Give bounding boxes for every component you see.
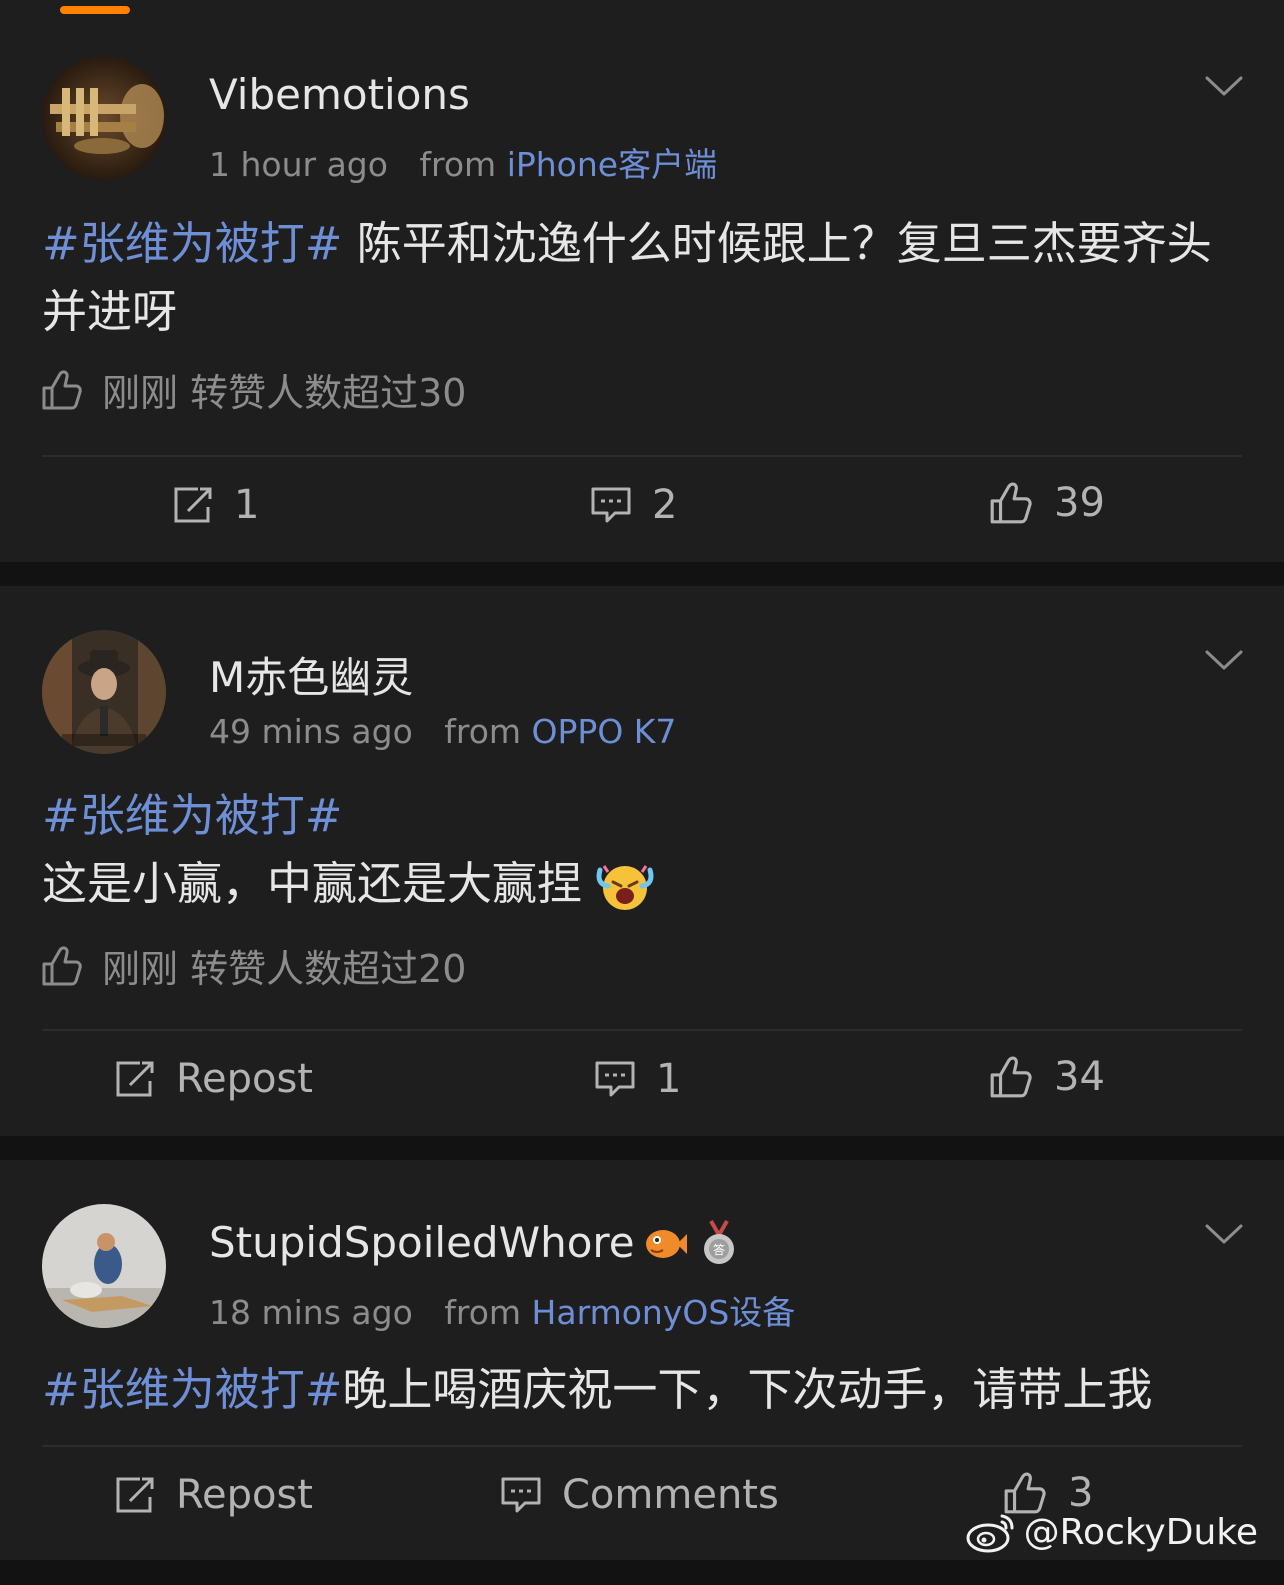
repost-icon <box>116 1477 154 1513</box>
post-meta: 18 mins ago from HarmonyOS设备 <box>209 1286 795 1334</box>
comment-icon <box>595 1061 635 1097</box>
top-tab-bar <box>0 0 1284 24</box>
repost-icon <box>116 1061 154 1097</box>
username-text: StupidSpoiledWhore <box>209 1218 635 1267</box>
from-label: from <box>444 712 522 751</box>
post-time: 18 mins ago <box>209 1293 413 1332</box>
post-content: #张维为被打#晚上喝酒庆祝一下，下次动手，请带上我 <box>42 1356 1242 1424</box>
thumbs-up-icon <box>990 1056 1032 1098</box>
repost-button[interactable]: Repost <box>114 1056 313 1102</box>
post-card: Vibemotions 1 hour ago from iPhone客户端 #张… <box>0 24 1284 562</box>
comment-label: Comments <box>562 1472 779 1518</box>
avatar[interactable] <box>42 1204 166 1328</box>
like-count: 34 <box>1054 1054 1105 1100</box>
repost-button[interactable]: Repost <box>114 1472 313 1518</box>
repost-icon <box>174 487 212 523</box>
hashtag-link[interactable]: #张维为被打# <box>42 1363 342 1416</box>
fish-emoji-icon <box>645 1229 687 1258</box>
comment-icon <box>501 1477 541 1513</box>
like-button[interactable]: 34 <box>988 1054 1105 1100</box>
post-source[interactable]: OPPO K7 <box>532 712 677 751</box>
chevron-down-icon[interactable] <box>1204 646 1244 674</box>
divider <box>42 1029 1242 1031</box>
post-content: #张维为被打# 陈平和沈逸什么时候跟上？复旦三杰要齐头并进呀 <box>42 210 1242 346</box>
like-notice-text: 刚刚 转赞人数超过20 <box>102 947 467 991</box>
avatar[interactable] <box>42 630 166 754</box>
medal-badge-icon: 答 <box>703 1219 734 1264</box>
thumbs-up-icon <box>42 369 82 409</box>
like-notice: 刚刚 转赞人数超过20 <box>40 938 466 993</box>
post-card: M赤色幽灵 49 mins ago from OPPO K7 #张维为被打# 这… <box>0 586 1284 1136</box>
post-source[interactable]: iPhone客户端 <box>507 145 717 184</box>
comment-icon <box>591 487 631 523</box>
post-content: #张维为被打# 这是小赢，中赢还是大赢捏 <box>42 782 1242 918</box>
divider <box>42 1445 1242 1447</box>
active-tab-indicator <box>60 6 130 14</box>
post-source[interactable]: HarmonyOS设备 <box>532 1293 796 1332</box>
post-time: 1 hour ago <box>209 145 388 184</box>
username[interactable]: Vibemotions <box>209 70 470 119</box>
hashtag-link[interactable]: #张维为被打# <box>42 217 342 270</box>
username[interactable]: StupidSpoiledWhore 答 <box>209 1218 739 1267</box>
like-button[interactable]: 39 <box>988 480 1105 526</box>
post-meta: 1 hour ago from iPhone客户端 <box>209 138 717 186</box>
comment-button[interactable]: 1 <box>594 1056 681 1102</box>
comment-count: 2 <box>652 482 678 528</box>
laughing-crying-emoji-icon <box>596 865 654 910</box>
comment-button[interactable]: 2 <box>590 482 677 528</box>
svg-text:答: 答 <box>713 1242 725 1257</box>
post-card: StupidSpoiledWhore 答 18 mins ago from Ha… <box>0 1160 1284 1560</box>
post-text: 这是小赢，中赢还是大赢捏 <box>42 857 583 910</box>
post-text: 晚上喝酒庆祝一下，下次动手，请带上我 <box>342 1363 1153 1416</box>
from-label: from <box>444 1293 522 1332</box>
like-count: 39 <box>1054 480 1105 526</box>
avatar[interactable] <box>42 56 166 180</box>
divider <box>42 455 1242 457</box>
repost-label: Repost <box>176 1472 313 1518</box>
thumbs-up-icon <box>42 945 82 985</box>
watermark: @RockyDuke <box>966 1510 1258 1554</box>
repost-count: 1 <box>234 482 260 528</box>
repost-button[interactable]: 1 <box>172 482 259 528</box>
chevron-down-icon[interactable] <box>1204 72 1244 100</box>
like-notice-text: 刚刚 转赞人数超过30 <box>102 371 467 415</box>
thumbs-up-icon <box>990 482 1032 524</box>
repost-label: Repost <box>176 1056 313 1102</box>
from-label: from <box>419 145 497 184</box>
post-time: 49 mins ago <box>209 712 413 751</box>
comment-button[interactable]: Comments <box>500 1472 779 1518</box>
watermark-text: @RockyDuke <box>1023 1511 1258 1553</box>
hashtag-link[interactable]: #张维为被打# <box>42 782 1242 850</box>
post-meta: 49 mins ago from OPPO K7 <box>209 712 676 751</box>
like-notice: 刚刚 转赞人数超过30 <box>40 362 466 417</box>
weibo-logo-icon <box>966 1514 1014 1553</box>
comment-count: 1 <box>656 1056 682 1102</box>
chevron-down-icon[interactable] <box>1204 1220 1244 1248</box>
username[interactable]: M赤色幽灵 <box>209 644 413 705</box>
